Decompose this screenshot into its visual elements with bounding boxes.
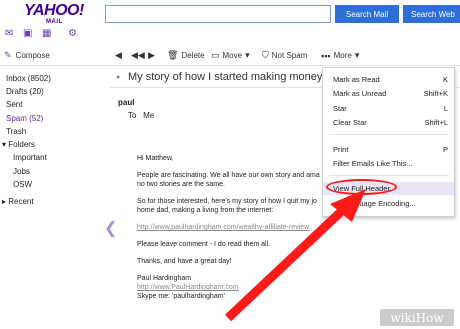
compose-label: Compose (15, 51, 50, 60)
more-label: More (333, 51, 352, 60)
previous-message-icon[interactable]: ❮ (104, 218, 117, 238)
forward-icon: ▶ (148, 50, 155, 60)
menu-item-label: Filter Emails Like This... (333, 159, 413, 168)
contacts-icon[interactable]: ▣ (23, 28, 32, 39)
not-spam-label: Not Spam (271, 51, 308, 60)
search-web-button[interactable]: Search Web (403, 5, 460, 23)
chevron-down-icon: ▾ (245, 50, 250, 60)
sender-name[interactable]: paul (118, 98, 134, 107)
sidebar-item-osw[interactable]: OSW (13, 180, 32, 189)
top-header: YAHOO! MAIL Search Mail Search Web ✉ ▣ ▦… (0, 0, 460, 44)
sidebar-item-drafts[interactable]: Drafts (20) (6, 87, 44, 96)
menu-item-star[interactable]: Star L (323, 102, 454, 115)
menu-item-shortcut: K (442, 75, 448, 84)
skype-line: Skype me: 'paulhardingham' (137, 293, 225, 300)
menu-item-label: nguage Encoding... (351, 199, 416, 208)
paragraph-3: Please leave comment - I do read them al… (137, 241, 271, 248)
menu-item-label: Star (333, 104, 347, 113)
highlight-oval (326, 179, 397, 195)
yahoo-logo[interactable]: YAHOO! (24, 2, 84, 20)
reply-all-button[interactable]: ◀◀ (131, 50, 145, 61)
sidebar-item-trash[interactable]: Trash (6, 127, 26, 136)
yahoo-logo-sub: MAIL (46, 19, 63, 25)
more-button[interactable]: ▪▪▪ More ▾ (321, 50, 359, 61)
move-button[interactable]: ▭ Move ▾ (211, 50, 250, 61)
trash-icon: 🗑 (167, 50, 179, 60)
to-label: To (128, 111, 137, 120)
paragraph-4: Thanks, and have a great day! (137, 258, 232, 265)
more-icon: ▪▪▪ (321, 50, 331, 61)
menu-item-shortcut: L (443, 104, 448, 113)
menu-item-label: Mark as Read (333, 75, 380, 84)
shield-icon: ⛉ (262, 50, 269, 60)
menu-item-label: Mark as Unread (333, 89, 387, 98)
signature-name: Paul Hardingham (137, 275, 192, 282)
not-spam-button[interactable]: ⛉ Not Spam (262, 50, 307, 61)
sidebar-item-sent[interactable]: Sent (6, 100, 22, 109)
compose-button[interactable]: ✎ Compose (4, 50, 50, 61)
recent-label: Recent (8, 197, 34, 206)
sidebar-item-jobs[interactable]: Jobs (13, 167, 30, 176)
unread-dot-icon: ● (116, 74, 121, 81)
menu-item-shortcut: P (442, 145, 448, 154)
folder-icon: ▭ (211, 50, 220, 60)
message-subject: My story of how I started making money o (128, 71, 332, 83)
sidebar-item-important[interactable]: Important (13, 153, 47, 162)
paragraph-1: People are fascinating. We all have our … (137, 172, 320, 179)
to-value[interactable]: Me (143, 111, 154, 120)
pen-icon: ✎ (4, 50, 12, 60)
settings-icon[interactable]: ⚙ (68, 28, 77, 39)
menu-item-filter-emails[interactable]: Filter Emails Like This... (323, 157, 454, 170)
menu-item-shortcut: Shift+K (423, 89, 448, 98)
sidebar-item-recent[interactable]: ▸ Recent (2, 197, 34, 206)
more-dropdown-menu: Mark as Read K Mark as Unread Shift+K St… (322, 67, 455, 217)
paragraph-2-cont: home dad, making a living from the inter… (137, 207, 274, 214)
delete-label: Delete (181, 51, 205, 60)
chevron-down-icon: ▾ (354, 50, 360, 60)
menu-item-print[interactable]: Print P (323, 143, 454, 156)
menu-item-language-encoding[interactable]: nguage Encoding... (323, 197, 454, 210)
mail-icon[interactable]: ✉ (5, 28, 13, 39)
search-input[interactable] (105, 5, 331, 23)
menu-item-clear-star[interactable]: Clear Star Shift+L (323, 116, 454, 129)
chevron-right-icon: ▸ (2, 197, 7, 206)
menu-separator (329, 134, 449, 135)
sidebar-item-inbox[interactable]: Inbox (8502) (6, 74, 51, 83)
sidebar-item-spam[interactable]: Spam (52) (6, 114, 43, 123)
menu-item-label: Print (333, 145, 349, 154)
menu-item-label: Clear Star (333, 118, 367, 127)
recipient-line: To Me (128, 111, 154, 120)
menu-item-mark-unread[interactable]: Mark as Unread Shift+K (323, 87, 454, 100)
forward-button[interactable]: ▶ (148, 50, 155, 61)
signature-link[interactable]: http://www.PaulHardingham.com (137, 283, 327, 292)
folder-sidebar: Inbox (8502) Drafts (20) Sent Spam (52) … (0, 68, 100, 329)
folders-label: Folders (8, 140, 35, 149)
paragraph-1-cont: no two stories are the same. (137, 181, 225, 188)
move-label: Move (222, 51, 243, 60)
greeting: Hi Matthew, (137, 155, 174, 162)
paragraph-2: So for those interested, here's my story… (137, 198, 317, 205)
wikihow-watermark: wikiHow (380, 309, 454, 326)
delete-button[interactable]: 🗑 Delete (167, 50, 205, 61)
app-icons-row: ✉ ▣ ▦ ⚙ (0, 28, 90, 42)
menu-separator (329, 175, 449, 176)
reply-all-icon: ◀◀ (131, 50, 145, 60)
mail-toolbar: ✎ Compose ◀ ◀◀ ▶ 🗑 Delete ▭ Move ▾ ⛉ Not… (0, 44, 460, 66)
sidebar-item-folders[interactable]: ▾ Folders (2, 140, 35, 149)
review-link[interactable]: http://www.paulhardingham.com/wealthy-af… (137, 223, 327, 232)
menu-item-shortcut: Shift+L (424, 118, 448, 127)
search-mail-button[interactable]: Search Mail (335, 5, 399, 23)
menu-item-mark-read[interactable]: Mark as Read K (323, 73, 454, 86)
chevron-down-icon: ▾ (2, 140, 7, 149)
reply-button[interactable]: ◀ (115, 50, 122, 61)
calendar-icon[interactable]: ▦ (42, 28, 51, 39)
reply-icon: ◀ (115, 50, 122, 60)
